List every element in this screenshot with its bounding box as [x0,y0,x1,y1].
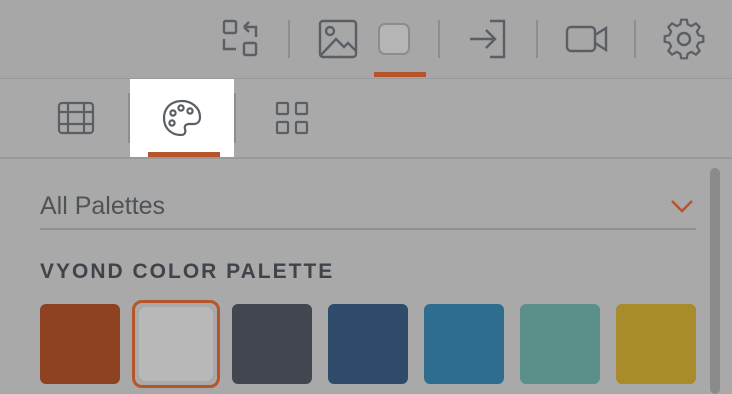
settings-button[interactable] [658,14,710,64]
color-swatch[interactable] [132,300,220,388]
color-swatch[interactable] [328,304,408,384]
swap-button[interactable] [214,14,266,64]
enter-icon [470,19,506,59]
palette-icon [162,99,202,137]
color-button[interactable] [368,14,420,64]
video-camera-icon [565,25,608,53]
active-tool-indicator [374,72,426,77]
tab-palette[interactable] [130,79,234,157]
active-tab-indicator [148,152,220,157]
tab-divider [234,93,236,143]
enter-button[interactable] [462,14,514,64]
chevron-down-icon [670,198,694,214]
color-icon [378,23,410,55]
tab-table[interactable] [44,79,108,157]
toolbar-divider [536,20,538,58]
color-swatch-fill [139,307,213,381]
color-swatch[interactable] [40,304,120,384]
palette-select-value: All Palettes [40,192,166,220]
section-title: VYOND COLOR PALETTE [40,260,335,283]
toolbar-divider [288,20,290,58]
top-toolbar [0,0,732,79]
table-icon [57,101,95,135]
tab-grid[interactable] [260,79,324,157]
image-icon [318,19,358,59]
panel-tabs [0,79,732,159]
color-swatch[interactable] [424,304,504,384]
grid-icon [275,101,309,135]
palette-select[interactable]: All Palettes [40,190,696,230]
color-swatch[interactable] [520,304,600,384]
scrollbar[interactable] [710,168,720,394]
color-swatch[interactable] [232,304,312,384]
toolbar-divider [438,20,440,58]
image-button[interactable] [312,14,364,64]
video-button[interactable] [560,14,612,64]
gear-icon [663,18,705,60]
color-swatch[interactable] [616,304,696,384]
toolbar-divider [634,20,636,58]
swap-icon [222,19,258,57]
